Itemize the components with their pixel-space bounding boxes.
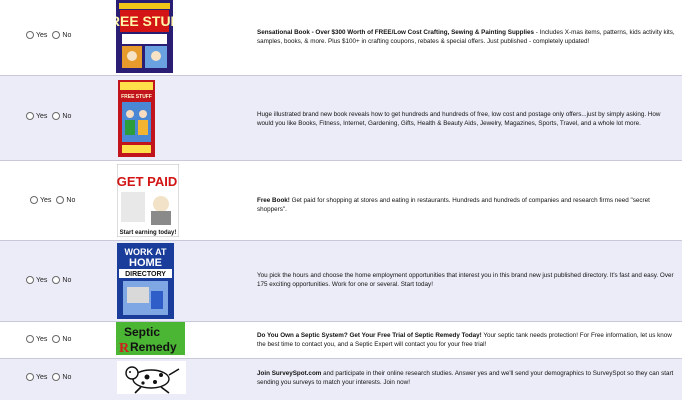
offer-radio-group: Yes No <box>26 31 76 39</box>
radio-circle-icon <box>26 31 34 39</box>
radio-circle-icon <box>52 335 61 343</box>
no-radio[interactable]: No <box>52 112 71 120</box>
offer-radio-group: Yes No <box>26 112 76 120</box>
cover-title: FREE STUFF <box>121 94 152 100</box>
yes-radio[interactable]: Yes <box>26 276 47 284</box>
cover-line1: WORK AT <box>125 247 167 257</box>
yes-label: Yes <box>40 196 52 204</box>
yes-label: Yes <box>36 373 48 381</box>
yes-radio[interactable]: Yes <box>26 373 47 381</box>
offers-list: Yes No FREE STUFF Sensational Book - Ove… <box>0 0 682 400</box>
offer-description: Sensational Book - Over $300 Worth of FR… <box>257 28 678 46</box>
offer-description: Huge illustrated brand new book reveals … <box>257 110 678 128</box>
offer-description: Free Book! Get paid for shopping at stor… <box>257 196 678 214</box>
offer-description: Do You Own a Septic System? Get Your Fre… <box>257 331 678 349</box>
offer-radio-group: Yes No <box>26 276 76 284</box>
offer-description: You pick the hours and choose the home e… <box>257 271 678 289</box>
yes-radio[interactable]: Yes <box>26 335 47 343</box>
logo-line1: Septic <box>124 325 160 339</box>
cover-line3: DIRECTORY <box>125 271 166 278</box>
no-radio[interactable]: No <box>52 31 71 39</box>
cover-line2: HOME <box>129 257 162 269</box>
yes-label: Yes <box>36 276 48 284</box>
no-label: No <box>62 373 72 381</box>
surveyspot-dog-logo[interactable] <box>117 361 186 394</box>
offer-radio-group: Yes No <box>26 373 76 381</box>
offer-title: Do You Own a Septic System? Get Your Fre… <box>257 332 482 339</box>
offer-title: Join SurveySpot.com <box>257 370 322 377</box>
radio-circle-icon <box>52 112 61 120</box>
get-paid-book-cover[interactable]: GET PAID Start earning today! <box>117 164 179 237</box>
radio-circle-icon <box>30 196 38 204</box>
radio-circle-icon <box>26 373 34 381</box>
logo-line2: Remedy <box>130 340 177 354</box>
offer-radio-group: Yes No <box>30 196 80 204</box>
yes-label: Yes <box>36 335 48 343</box>
no-radio[interactable]: No <box>52 276 71 284</box>
yes-radio[interactable]: Yes <box>26 112 47 120</box>
radio-circle-icon <box>52 31 61 39</box>
cover-title: GET PAID <box>117 174 177 189</box>
cover-subtitle: Start earning today! <box>120 230 177 236</box>
offer-radio-group: Yes No <box>26 335 76 343</box>
radio-circle-icon <box>56 196 65 204</box>
offer-body: Get paid for shopping at stores and eati… <box>257 197 650 213</box>
offer-body: You pick the hours and choose the home e… <box>257 272 674 288</box>
yes-radio[interactable]: Yes <box>30 196 51 204</box>
radio-circle-icon <box>26 335 34 343</box>
no-radio[interactable]: No <box>52 373 71 381</box>
no-label: No <box>62 31 72 39</box>
offer-body: Huge illustrated brand new book reveals … <box>257 111 661 127</box>
yes-label: Yes <box>36 112 48 120</box>
radio-circle-icon <box>26 112 34 120</box>
no-radio[interactable]: No <box>52 335 71 343</box>
free-stuff-book-cover[interactable]: FREE STUFF <box>116 0 173 73</box>
rx-symbol-icon: R <box>119 341 130 355</box>
no-label: No <box>62 112 72 120</box>
offer-title: Free Book! <box>257 197 290 204</box>
offer-title: Sensational Book - Over $300 Worth of FR… <box>257 29 534 36</box>
no-label: No <box>62 276 72 284</box>
radio-circle-icon <box>26 276 34 284</box>
no-label: No <box>62 335 72 343</box>
septic-remedy-logo[interactable]: Septic Remedy R <box>116 322 185 355</box>
yes-radio[interactable]: Yes <box>26 31 47 39</box>
radio-circle-icon <box>52 373 61 381</box>
free-offers-book-cover[interactable]: FREE STUFF <box>118 80 155 157</box>
work-at-home-book-cover[interactable]: WORK AT HOME DIRECTORY <box>117 243 174 319</box>
no-radio[interactable]: No <box>56 196 75 204</box>
offer-description: Join SurveySpot.com and participate in t… <box>257 369 678 387</box>
no-label: No <box>66 196 76 204</box>
cover-title: FREE STUFF <box>116 13 173 29</box>
yes-label: Yes <box>36 31 48 39</box>
radio-circle-icon <box>52 276 61 284</box>
